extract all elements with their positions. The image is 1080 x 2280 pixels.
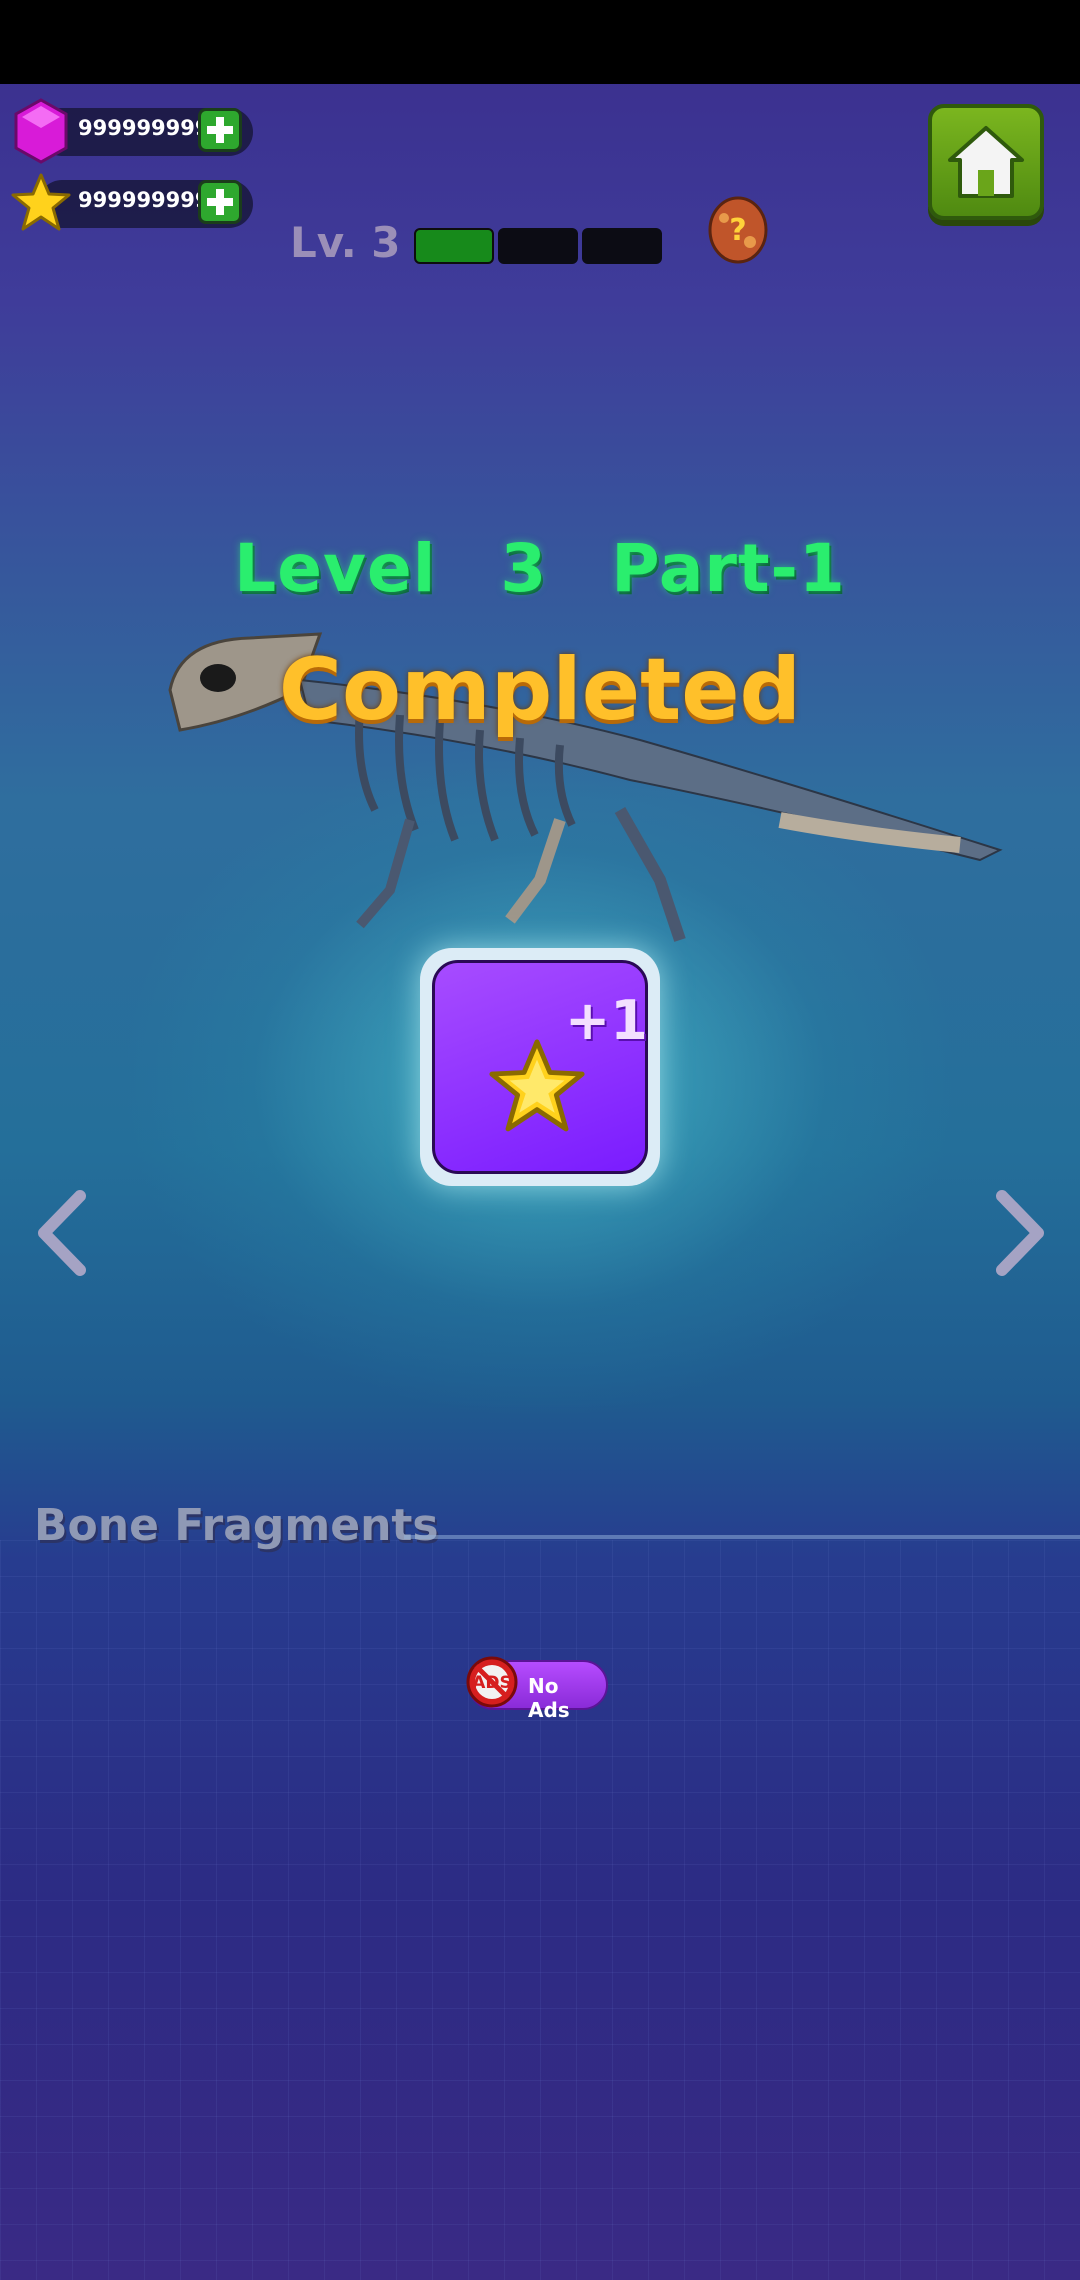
home-icon (948, 126, 1024, 198)
gem-value: 999999999 (78, 116, 210, 140)
player-level: Lv. 3 (290, 218, 401, 267)
progress-segment-empty (582, 228, 662, 264)
level-part-title: Level 3 Part-1 (0, 530, 1080, 607)
home-button[interactable] (928, 104, 1044, 220)
no-ads-label: No Ads (528, 1674, 570, 1722)
part-title: Part-1 (611, 530, 846, 607)
level-progress-bar (414, 228, 664, 266)
no-ads-icon: ADS (466, 1656, 518, 1708)
level-title: Level 3 (234, 530, 548, 607)
bone-fragments-grid (0, 1540, 1080, 2280)
reward-card-inner: +1 (432, 960, 648, 1174)
progress-segment-filled (414, 228, 494, 264)
gem-counter: 999999999 (10, 98, 253, 164)
reward-amount: +1 (565, 989, 648, 1052)
next-arrow-icon[interactable] (990, 1188, 1050, 1278)
no-ads-button[interactable]: ADS No Ads (466, 1656, 608, 1722)
reward-card: +1 (420, 948, 660, 1186)
status-bar (0, 0, 1080, 84)
plus-icon (207, 189, 233, 215)
section-divider (404, 1535, 1080, 1539)
mystery-egg-icon[interactable]: ? (706, 190, 770, 266)
add-stars-button[interactable] (198, 180, 242, 224)
progress-segment-empty (498, 228, 578, 264)
completed-banner: Completed (278, 640, 802, 740)
star-icon (489, 1039, 585, 1132)
add-gems-button[interactable] (198, 108, 242, 152)
svg-text:?: ? (729, 213, 746, 248)
star-icon (11, 173, 71, 231)
star-value: 999999999 (78, 188, 210, 212)
gem-icon (14, 98, 68, 164)
plus-icon (207, 117, 233, 143)
bone-fragments-title: Bone Fragments (34, 1500, 439, 1551)
star-counter: 999999999 (10, 173, 253, 231)
previous-arrow-icon[interactable] (32, 1188, 92, 1278)
